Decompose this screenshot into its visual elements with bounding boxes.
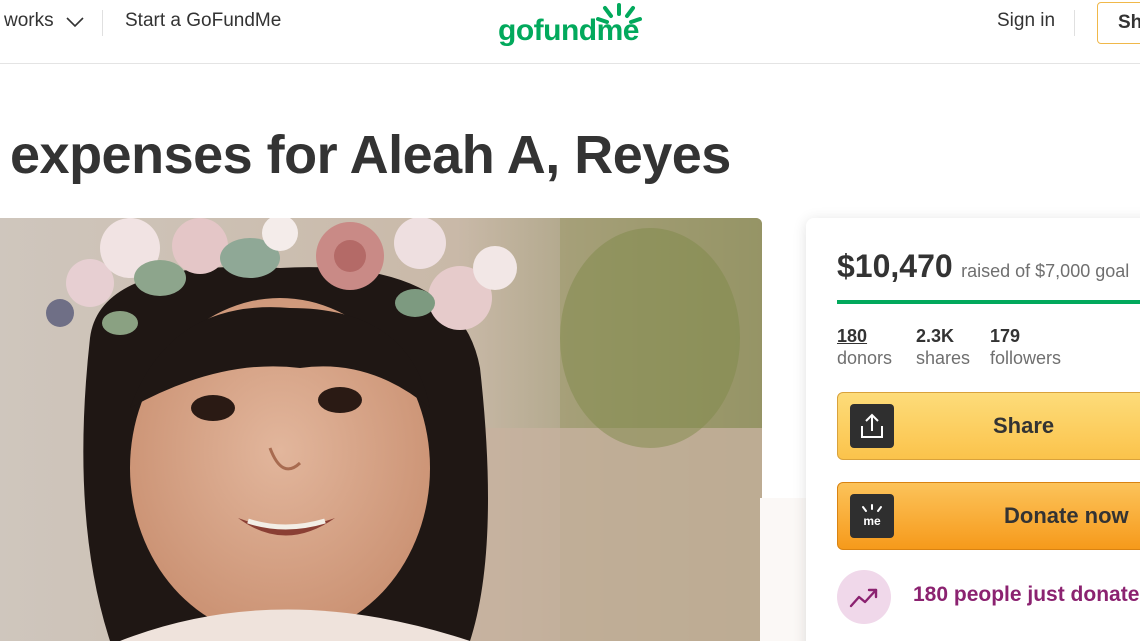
chevron-down-icon [65,11,85,31]
campaign-photo [0,218,762,641]
donors-label: donors [837,348,893,368]
logo-sprout-icon [596,3,642,24]
nav-divider [1074,10,1075,36]
followers-label: followers [990,348,1062,368]
sign-in-link[interactable]: Sign in [997,10,1055,32]
gofundme-me-icon: me [850,494,894,538]
share-button-label: Share [993,413,1055,438]
site-header: works Start a GoFundMe gofundme Sign in … [0,0,1140,64]
progress-bar-fill [837,300,1140,304]
stat-followers: 179 followers [990,326,1061,369]
donors-count[interactable]: 180 [837,326,892,347]
gofundme-logo[interactable]: gofundme [498,2,644,48]
followers-count: 179 [990,326,1021,346]
start-gofundme-link[interactable]: Start a GoFundMe [125,10,281,32]
stat-shares: 2.3K shares [916,326,970,369]
trending-up-icon [837,570,891,624]
amount-raised-value: $10,470 [837,248,953,284]
start-gofundme-button[interactable]: Sh [1097,2,1140,44]
nav-divider [102,10,103,36]
share-upload-icon [850,404,894,448]
share-button[interactable]: Share [837,392,1140,460]
donate-now-button[interactable]: me Donate now [837,482,1140,550]
donate-now-label: Donate now [1004,503,1129,528]
shares-label: shares [916,348,971,368]
stat-donors[interactable]: 180 donors [837,326,892,369]
amount-raised: $10,470 raised of $7,000 goal [837,248,1129,285]
how-it-works-label: works [4,10,54,31]
page-title: expenses for Aleah A, Reyes [10,125,731,185]
shares-count: 2.3K [916,326,955,346]
svg-text:me: me [863,514,881,528]
recent-donations-text: 180 people just donated [913,583,1140,606]
progress-bar [837,300,1140,304]
how-it-works-menu[interactable]: works [4,10,85,32]
donation-panel: $10,470 raised of $7,000 goal 180 donors… [806,218,1140,641]
goal-text: raised of $7,000 goal [961,261,1130,281]
